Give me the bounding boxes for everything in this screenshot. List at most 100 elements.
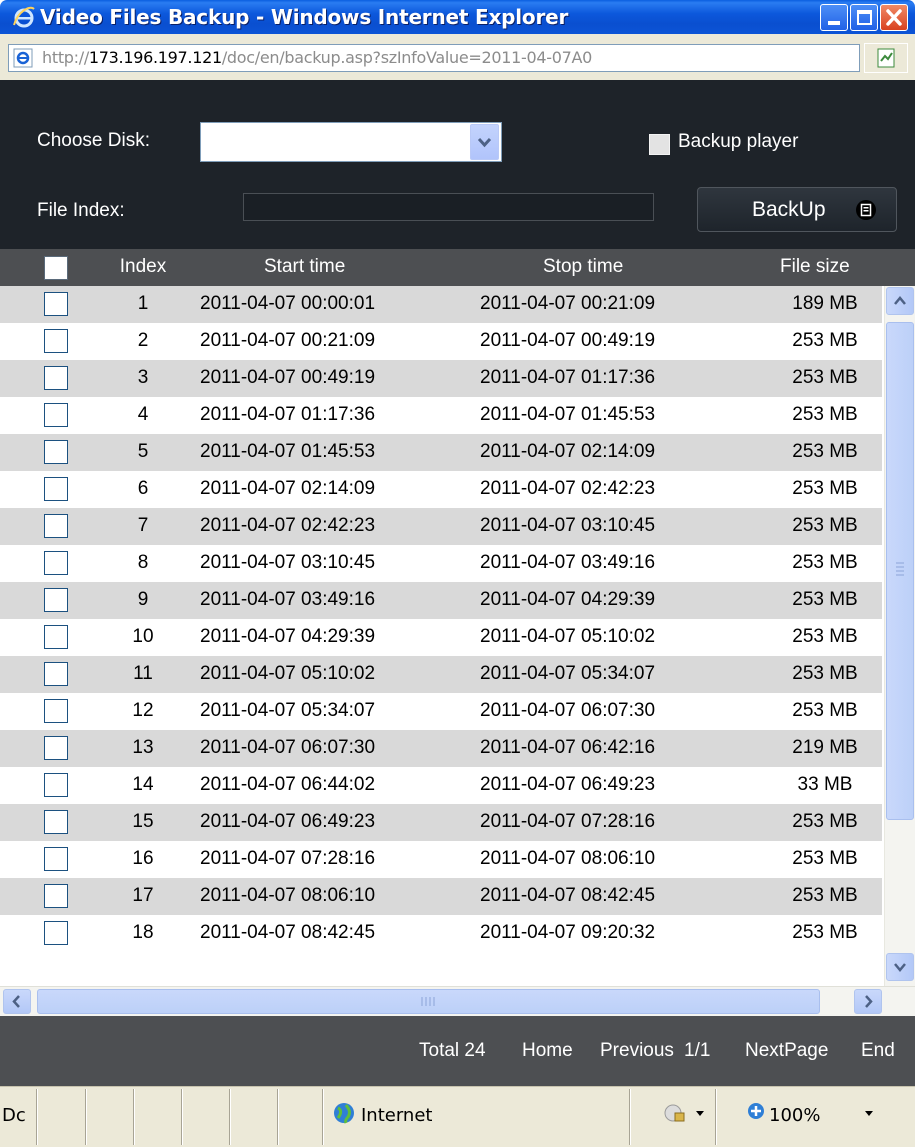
backup-player-checkbox[interactable] bbox=[649, 134, 670, 155]
scroll-down-button[interactable] bbox=[886, 953, 914, 981]
cell-start-time: 2011-04-07 00:49:19 bbox=[200, 367, 376, 388]
row-checkbox[interactable] bbox=[44, 366, 68, 390]
window-title: Video Files Backup - Windows Internet Ex… bbox=[40, 5, 569, 29]
maximize-button[interactable] bbox=[850, 4, 878, 31]
address-url: http://173.196.197.121/doc/en/backup.asp… bbox=[42, 48, 592, 67]
maximize-icon bbox=[857, 10, 872, 25]
table-row[interactable]: 10 2011-04-07 04:29:39 2011-04-07 05:10:02… bbox=[0, 619, 882, 656]
row-checkbox[interactable] bbox=[44, 292, 68, 316]
next-page-link[interactable]: NextPage bbox=[745, 1040, 828, 1062]
table-row[interactable]: 11 2011-04-07 05:10:02 2011-04-07 05:34:07… bbox=[0, 656, 882, 693]
table-row[interactable]: 17 2011-04-07 08:06:10 2011-04-07 08:42:45… bbox=[0, 878, 882, 915]
cell-file-size: 253 MB bbox=[792, 700, 858, 721]
grip-icon bbox=[421, 997, 435, 1006]
home-link[interactable]: Home bbox=[522, 1040, 573, 1062]
status-separator bbox=[277, 1089, 279, 1145]
table-row[interactable]: 16 2011-04-07 07:28:16 2011-04-07 08:06:10… bbox=[0, 841, 882, 878]
row-checkbox[interactable] bbox=[44, 551, 68, 575]
cell-stop-time: 2011-04-07 06:07:30 bbox=[480, 700, 656, 721]
status-text: Dc bbox=[2, 1105, 26, 1126]
cell-stop-time: 2011-04-07 00:49:19 bbox=[480, 330, 656, 351]
row-checkbox[interactable] bbox=[44, 588, 68, 612]
cell-index: 15 bbox=[132, 811, 154, 832]
table-row[interactable]: 12 2011-04-07 05:34:07 2011-04-07 06:07:30… bbox=[0, 693, 882, 730]
table-row[interactable]: 14 2011-04-07 06:44:02 2011-04-07 06:49:23… bbox=[0, 767, 882, 804]
table-row[interactable]: 6 2011-04-07 02:14:09 2011-04-07 02:42:23 2… bbox=[0, 471, 882, 508]
cell-stop-time: 2011-04-07 01:45:53 bbox=[480, 404, 656, 425]
file-index-progress bbox=[243, 193, 654, 221]
cell-file-size: 253 MB bbox=[792, 515, 858, 536]
row-checkbox[interactable] bbox=[44, 810, 68, 834]
scroll-up-button[interactable] bbox=[886, 287, 914, 315]
cell-index: 5 bbox=[137, 441, 149, 462]
cell-stop-time: 2011-04-07 01:17:36 bbox=[480, 367, 656, 388]
cell-file-size: 253 MB bbox=[792, 552, 858, 573]
row-checkbox[interactable] bbox=[44, 699, 68, 723]
dropdown-arrow-icon[interactable] bbox=[864, 1110, 874, 1118]
disk-select[interactable] bbox=[200, 122, 502, 162]
vertical-scroll-thumb[interactable] bbox=[886, 322, 914, 820]
cell-file-size: 189 MB bbox=[792, 293, 858, 314]
protected-mode-icon[interactable] bbox=[663, 1102, 687, 1124]
cell-index: 2 bbox=[137, 330, 149, 351]
zoom-level[interactable]: 100% bbox=[769, 1105, 820, 1126]
disk-select-arrow[interactable] bbox=[470, 124, 499, 160]
table-row[interactable]: 4 2011-04-07 01:17:36 2011-04-07 01:45:53 2… bbox=[0, 397, 882, 434]
cell-file-size: 253 MB bbox=[792, 404, 858, 425]
previous-link[interactable]: Previous bbox=[600, 1040, 674, 1062]
select-all-checkbox[interactable] bbox=[44, 256, 68, 280]
table-row[interactable]: 15 2011-04-07 06:49:23 2011-04-07 07:28:16… bbox=[0, 804, 882, 841]
end-link[interactable]: End bbox=[861, 1040, 895, 1062]
cell-index: 7 bbox=[137, 515, 149, 536]
row-checkbox[interactable] bbox=[44, 440, 68, 464]
table-row[interactable]: 1 2011-04-07 00:00:01 2011-04-07 00:21:09 1… bbox=[0, 286, 882, 323]
table-row[interactable]: 3 2011-04-07 00:49:19 2011-04-07 01:17:36 2… bbox=[0, 360, 882, 397]
row-checkbox[interactable] bbox=[44, 514, 68, 538]
row-checkbox[interactable] bbox=[44, 403, 68, 427]
close-button[interactable] bbox=[880, 4, 908, 31]
file-index-label: File Index: bbox=[37, 200, 125, 221]
row-checkbox[interactable] bbox=[44, 884, 68, 908]
row-checkbox[interactable] bbox=[44, 847, 68, 871]
cell-index: 14 bbox=[132, 774, 154, 795]
row-checkbox[interactable] bbox=[44, 625, 68, 649]
cell-index: 4 bbox=[137, 404, 149, 425]
backup-button-label: BackUp bbox=[752, 198, 826, 221]
column-header-start-time: Start time bbox=[264, 256, 346, 277]
table-row[interactable]: 2 2011-04-07 00:21:09 2011-04-07 00:49:19 2… bbox=[0, 323, 882, 360]
cell-stop-time: 2011-04-07 03:49:16 bbox=[480, 552, 656, 573]
cell-index: 12 bbox=[132, 700, 154, 721]
cell-start-time: 2011-04-07 08:06:10 bbox=[200, 885, 376, 906]
dropdown-arrow-icon[interactable] bbox=[695, 1110, 705, 1118]
cell-start-time: 2011-04-07 05:34:07 bbox=[200, 700, 376, 721]
row-checkbox[interactable] bbox=[44, 477, 68, 501]
row-checkbox[interactable] bbox=[44, 736, 68, 760]
row-checkbox[interactable] bbox=[44, 921, 68, 945]
horizontal-scroll-thumb[interactable] bbox=[37, 989, 820, 1014]
compatibility-icon bbox=[877, 48, 895, 68]
status-separator bbox=[629, 1089, 631, 1145]
cell-start-time: 2011-04-07 01:45:53 bbox=[200, 441, 376, 462]
column-header-file-size: File size bbox=[780, 256, 850, 277]
close-icon bbox=[886, 9, 902, 26]
scroll-left-button[interactable] bbox=[3, 989, 31, 1014]
zoom-icon[interactable] bbox=[747, 1102, 767, 1122]
table-row[interactable]: 9 2011-04-07 03:49:16 2011-04-07 04:29:39 2… bbox=[0, 582, 882, 619]
cell-stop-time: 2011-04-07 09:20:32 bbox=[480, 922, 656, 943]
minimize-button[interactable] bbox=[820, 4, 848, 31]
cell-start-time: 2011-04-07 02:42:23 bbox=[200, 515, 376, 536]
cell-start-time: 2011-04-07 06:07:30 bbox=[200, 737, 376, 758]
cell-file-size: 253 MB bbox=[792, 367, 858, 388]
table-row[interactable]: 13 2011-04-07 06:07:30 2011-04-07 06:42:16… bbox=[0, 730, 882, 767]
cell-stop-time: 2011-04-07 08:42:45 bbox=[480, 885, 656, 906]
security-zone-label: Internet bbox=[361, 1105, 433, 1126]
row-checkbox[interactable] bbox=[44, 662, 68, 686]
table-row[interactable]: 7 2011-04-07 02:42:23 2011-04-07 03:10:45 2… bbox=[0, 508, 882, 545]
cell-file-size: 253 MB bbox=[792, 478, 858, 499]
row-checkbox[interactable] bbox=[44, 329, 68, 353]
row-checkbox[interactable] bbox=[44, 773, 68, 797]
table-row[interactable]: 8 2011-04-07 03:10:45 2011-04-07 03:49:16 2… bbox=[0, 545, 882, 582]
table-row[interactable]: 18 2011-04-07 08:42:45 2011-04-07 09:20:32… bbox=[0, 915, 882, 952]
table-row[interactable]: 5 2011-04-07 01:45:53 2011-04-07 02:14:09 2… bbox=[0, 434, 882, 471]
scroll-right-button[interactable] bbox=[854, 989, 882, 1014]
